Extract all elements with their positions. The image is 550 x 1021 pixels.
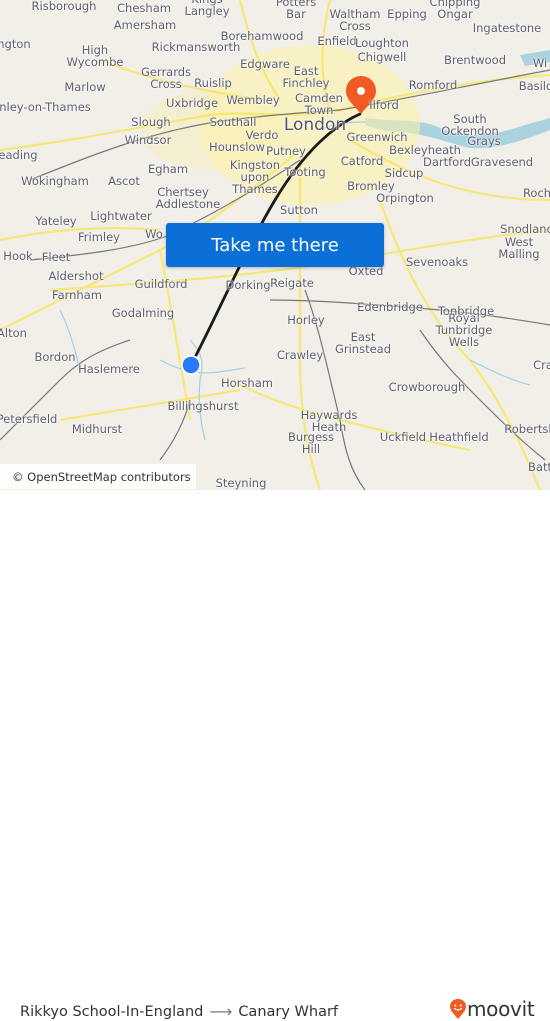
map-label: Potters Bar	[275, 0, 317, 21]
map-label: Wembley	[226, 93, 280, 107]
map-label: Cra	[533, 358, 550, 372]
origin-name: Rikkyo School-In-England	[20, 1003, 204, 1020]
map-label: Guildford	[134, 277, 188, 291]
map-label: Kingston upon Thames	[229, 158, 281, 196]
map-label: Yateley	[35, 214, 77, 228]
map-label: Uckfield	[379, 430, 427, 444]
map-label: Risborough	[31, 0, 97, 13]
destination-name: Canary Wharf	[238, 1003, 339, 1020]
map-label: Chipping Ongar	[429, 0, 481, 21]
map-label: Marlow	[64, 80, 106, 94]
map-label: East Grinstead	[334, 330, 392, 356]
map-label: Addlestone	[155, 197, 221, 211]
map-label: Alton	[0, 326, 27, 340]
map-label: Crawley	[276, 348, 324, 362]
map-label: eading	[0, 148, 38, 162]
map-label: Edenbridge	[357, 300, 423, 314]
map-label: Crowborough	[388, 380, 466, 394]
moovit-wordmark: moovit	[467, 997, 535, 1021]
map-label: West Malling	[498, 235, 540, 261]
map-label: Horley	[287, 313, 325, 327]
map-label: Royal Tunbridge Wells	[435, 311, 493, 349]
map-label: Gravesend	[470, 155, 534, 169]
map-label: Dorking	[225, 278, 271, 292]
map-label: Chigwell	[357, 50, 407, 64]
map-label: ngton	[0, 37, 31, 51]
map-label-london: London	[283, 115, 347, 135]
map-label: Southall	[209, 115, 257, 129]
take-me-there-button[interactable]: Take me there	[166, 223, 384, 267]
map-label: Uxbridge	[165, 96, 219, 110]
map-label: Haslemere	[78, 362, 140, 376]
moovit-pin-icon	[450, 999, 466, 1019]
map-label: Bordon	[34, 350, 76, 364]
map-label: Midhurst	[71, 422, 123, 436]
map-label: Basild	[518, 79, 550, 93]
map-label: Putney	[266, 144, 306, 158]
destination-marker-dot	[357, 87, 365, 95]
map-label: High Wycombe	[66, 43, 124, 69]
map-attribution[interactable]: © OpenStreetMap contributors	[0, 464, 196, 489]
map-label: Enfield	[317, 34, 357, 48]
map-label: Wokingham	[21, 174, 89, 188]
map-label: Ruislip	[194, 76, 232, 90]
map[interactable]: Risborough Chesham Kings Langley Potters Ba…	[0, 0, 550, 490]
route-summary: Rikkyo School-In-England ⟶ Canary Wharf	[20, 1002, 338, 1021]
map-label: Egham	[147, 162, 189, 176]
map-label: Ilford	[369, 98, 399, 112]
map-label: Batt	[528, 460, 550, 474]
map-label: Sutton	[280, 203, 318, 217]
map-label: Wo	[145, 227, 163, 241]
map-label: Camden Town	[295, 91, 343, 117]
map-label: Reigate	[270, 276, 314, 290]
map-label: Slough	[131, 115, 171, 129]
map-label: Dartford	[422, 155, 472, 169]
map-label: Steyning	[215, 476, 267, 490]
map-label: Gerrards Cross	[140, 65, 192, 91]
map-label: Godalming	[111, 306, 175, 320]
map-label: Farnham	[52, 288, 102, 302]
map-label: Orpington	[376, 191, 434, 205]
footer: Rikkyo School-In-England ⟶ Canary Wharf …	[0, 490, 550, 1021]
map-label: Wi	[532, 56, 548, 70]
map-label: Waltham Cross	[329, 7, 381, 33]
map-label: Greenwich	[346, 130, 408, 144]
map-label: Tooting	[284, 165, 326, 179]
map-label: Roch	[522, 186, 550, 200]
moovit-logo[interactable]: moovit	[449, 997, 535, 1021]
map-label: Aldershot	[48, 269, 104, 283]
map-label: East Finchley	[282, 64, 330, 90]
map-label: Loughton	[355, 36, 409, 50]
map-label: Chesham	[117, 1, 171, 15]
map-label: nley-on-Thames	[0, 100, 91, 114]
map-label: Ascot	[108, 174, 140, 188]
map-label: Horsham	[221, 376, 273, 390]
map-label: Ingatestone	[472, 21, 542, 35]
map-label: Catford	[340, 154, 384, 168]
map-label: Kings Langley	[184, 0, 230, 18]
map-label: Windsor	[124, 133, 172, 147]
map-label: Sevenoaks	[405, 255, 469, 269]
map-label: Brentwood	[443, 53, 507, 67]
map-label: Hounslow	[209, 140, 265, 154]
map-label: Lightwater	[90, 209, 152, 223]
arrow-right-icon: ⟶	[209, 1002, 233, 1021]
map-label: Burgess Hill	[287, 430, 335, 456]
map-label: Borehamwood	[220, 29, 304, 43]
map-label: Robertsb	[504, 422, 550, 436]
map-label: Petersfield	[0, 412, 58, 426]
map-label: Billingshurst	[167, 399, 239, 413]
map-label: Frimley	[78, 230, 120, 244]
map-label: Amersham	[113, 18, 177, 32]
map-label: Romford	[408, 78, 458, 92]
map-label: Fleet	[41, 250, 71, 264]
map-label: Sidcup	[384, 166, 424, 180]
map-label: Heathfield	[429, 430, 489, 444]
map-label: Grays	[467, 134, 501, 148]
map-label: Epping	[387, 7, 427, 21]
map-label: Hook	[3, 249, 33, 263]
map-label: Snodland	[500, 222, 550, 236]
origin-marker[interactable]	[182, 356, 200, 374]
